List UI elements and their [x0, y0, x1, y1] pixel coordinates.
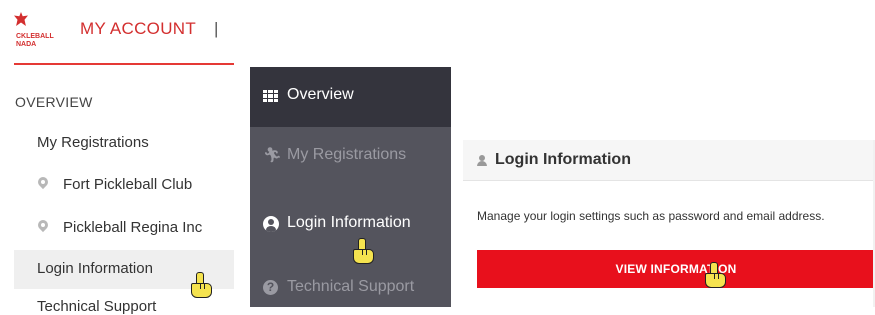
left-nav-overview-heading[interactable]: OVERVIEW: [15, 94, 93, 110]
sidebar-item-login-information[interactable]: Login Information: [250, 195, 451, 255]
sidebar-nav: Overview 🏃︎ My Registrations Login Infor…: [250, 67, 451, 307]
sidebar-item-my-registrations[interactable]: 🏃︎ My Registrations: [250, 127, 451, 187]
sidebar-item-label: My Registrations: [287, 146, 407, 163]
sidebar-item-overview[interactable]: Overview: [250, 67, 451, 127]
left-nav-item-my-registrations[interactable]: My Registrations: [37, 134, 149, 151]
sidebar-item-label: Technical Support: [287, 278, 415, 295]
card-description: Manage your login settings such as passw…: [477, 209, 825, 223]
maple-leaf-icon: [14, 12, 28, 26]
user-icon: [477, 155, 487, 166]
sidebar-item-label: Overview: [287, 86, 354, 103]
pickleball-canada-logo[interactable]: CKLEBALL NADA: [14, 12, 64, 52]
question-circle-icon: ?: [263, 280, 278, 295]
left-nav-item-label: Pickleball Regina Inc: [63, 219, 203, 236]
logo-text-line2: NADA: [16, 41, 37, 48]
left-nav-item-label: Login Information: [37, 260, 153, 277]
header-separator: |: [214, 19, 219, 38]
user-circle-icon: [263, 216, 279, 232]
hand-cursor-icon: [190, 272, 212, 298]
grid-icon: [263, 90, 278, 102]
card-header: Login Information: [463, 140, 875, 181]
left-nav-item-label: Fort Pickleball Club: [63, 176, 193, 193]
map-pin-icon: [38, 177, 48, 191]
left-nav-item-fort-pickleball-club[interactable]: Fort Pickleball Club: [37, 172, 237, 196]
view-information-button[interactable]: VIEW INFORMATION: [477, 250, 875, 288]
header-divider: [14, 63, 234, 65]
hand-cursor-icon: [352, 238, 374, 264]
logo-text-line1: CKLEBALL: [16, 33, 54, 40]
map-pin-icon: [38, 220, 48, 234]
registration-icon: 🏃︎: [263, 147, 283, 164]
card-title: Login Information: [495, 151, 631, 168]
left-nav-item-pickleball-regina[interactable]: Pickleball Regina Inc: [37, 215, 237, 239]
my-account-link[interactable]: MY ACCOUNT: [80, 19, 196, 39]
sidebar-item-label: Login Information: [287, 214, 411, 231]
hand-cursor-icon: [704, 262, 726, 288]
sidebar-item-technical-support[interactable]: ? Technical Support: [250, 259, 451, 307]
